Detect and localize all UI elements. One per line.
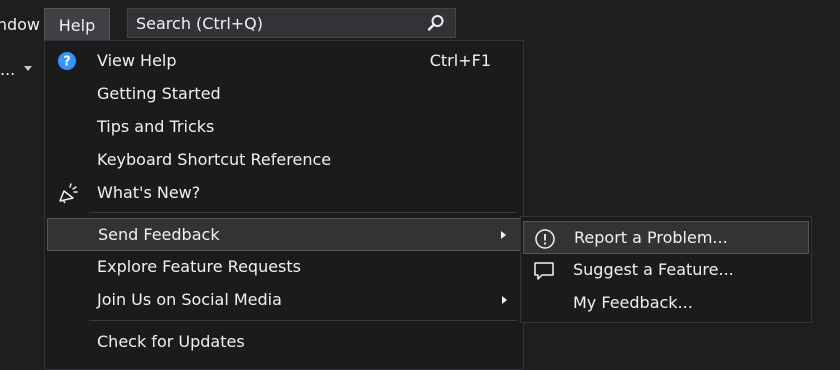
menu-help[interactable]: Help — [44, 8, 110, 42]
menu-item-suggest-a-feature[interactable]: Suggest a Feature... — [523, 254, 809, 287]
chevron-right-icon — [501, 231, 506, 239]
exclamation-circle-icon — [535, 229, 555, 249]
menu-window-label: Window — [0, 15, 40, 34]
menu-item-label: Tips and Tricks — [97, 117, 215, 136]
help-menu: ? View Help Ctrl+F1 Getting Started Tips… — [44, 40, 524, 370]
search-input[interactable] — [128, 9, 426, 37]
menu-item-label: Explore Feature Requests — [97, 257, 301, 276]
menu-item-tips-and-tricks[interactable]: Tips and Tricks — [47, 111, 521, 144]
menu-item-check-for-updates[interactable]: Check for Updates — [47, 326, 521, 359]
menu-item-label: Join Us on Social Media — [97, 290, 282, 309]
menu-item-my-feedback[interactable]: My Feedback... — [523, 287, 809, 320]
menu-help-label: Help — [58, 16, 96, 35]
menu-separator — [89, 320, 517, 321]
toolbar-dropdown-label: ... — [0, 60, 16, 79]
help-circle-icon: ? — [58, 52, 76, 70]
menu-item-explore-feature-requests[interactable]: Explore Feature Requests — [47, 251, 521, 284]
search-box[interactable] — [127, 8, 456, 38]
menu-item-label: View Help — [97, 51, 177, 70]
menu-item-label: Send Feedback — [98, 225, 220, 244]
chevron-down-icon — [24, 66, 32, 71]
megaphone-icon — [59, 183, 78, 204]
menu-item-view-help[interactable]: ? View Help Ctrl+F1 — [47, 45, 521, 78]
menu-item-label: My Feedback... — [573, 293, 693, 312]
svg-text:?: ? — [63, 55, 71, 70]
comment-icon — [534, 262, 554, 280]
menu-item-report-a-problem[interactable]: Report a Problem... — [523, 221, 809, 254]
menu-item-shortcut: Ctrl+F1 — [429, 51, 491, 70]
menu-item-whats-new[interactable]: What's New? — [47, 177, 521, 210]
menu-item-join-social-media[interactable]: Join Us on Social Media — [47, 284, 521, 317]
menu-item-getting-started[interactable]: Getting Started — [47, 78, 521, 111]
menu-item-send-feedback[interactable]: Send Feedback — [47, 218, 521, 251]
menu-window[interactable]: Window — [0, 8, 40, 42]
menu-item-label: Getting Started — [97, 84, 221, 103]
menu-item-label: Report a Problem... — [574, 228, 728, 247]
menu-separator — [89, 212, 517, 213]
menu-item-label: Keyboard Shortcut Reference — [97, 150, 332, 169]
menu-item-keyboard-shortcut-reference[interactable]: Keyboard Shortcut Reference — [47, 144, 521, 177]
send-feedback-submenu: Report a Problem... Suggest a Feature...… — [520, 216, 812, 323]
chevron-right-icon — [502, 296, 507, 304]
menu-item-label: Check for Updates — [97, 332, 245, 351]
menu-item-label: Suggest a Feature... — [573, 260, 734, 279]
menu-item-label: What's New? — [97, 183, 201, 202]
search-icon[interactable] — [427, 14, 445, 32]
